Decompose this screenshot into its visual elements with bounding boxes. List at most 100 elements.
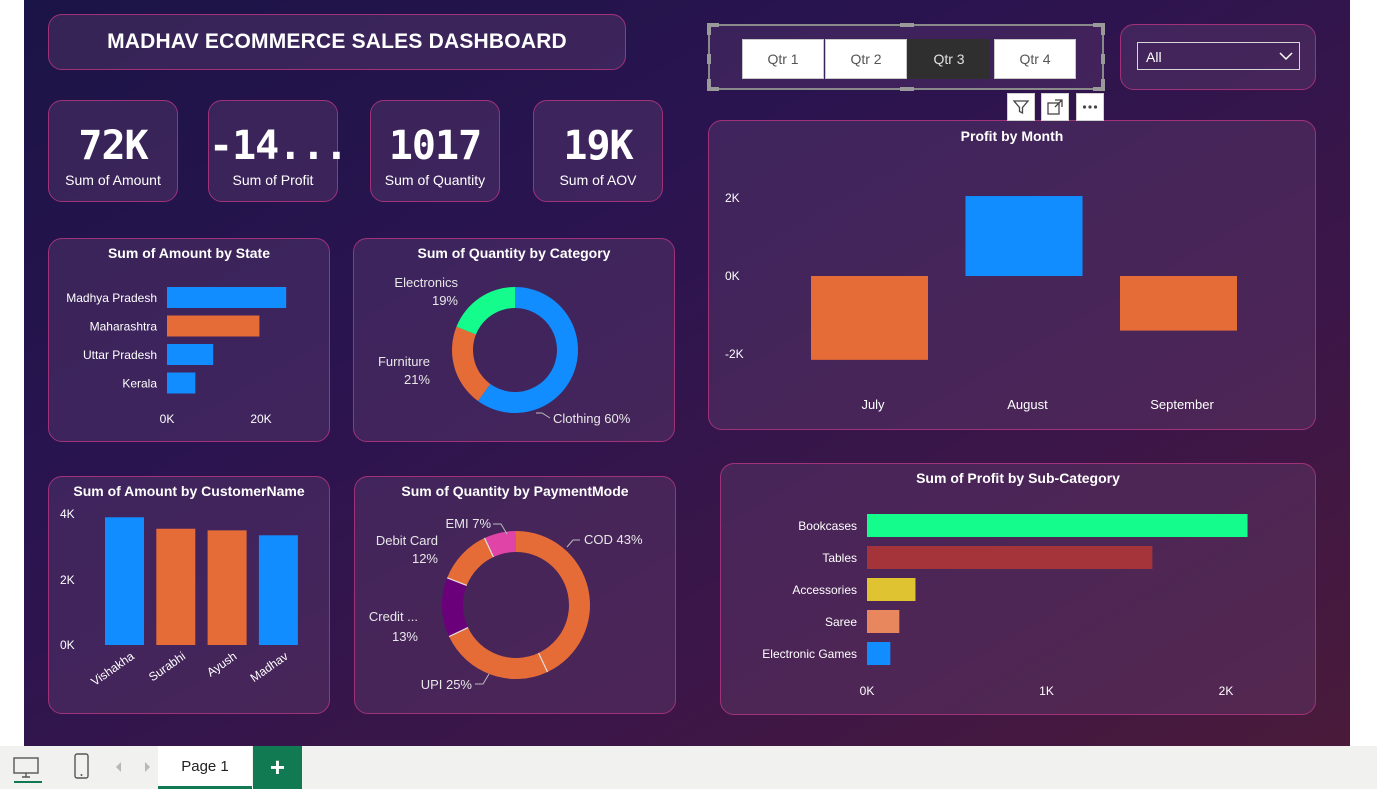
subcategory-bar bbox=[867, 514, 1248, 537]
data-label: Furniture bbox=[378, 354, 430, 369]
x-tick-label: 2K bbox=[1219, 684, 1234, 698]
quantity-by-paymentmode-chart: COD 43% UPI 25% Credit ... 13% Debit Card 12%… bbox=[369, 516, 643, 692]
x-tick-label: Ayush bbox=[204, 649, 239, 679]
leader-line bbox=[536, 412, 551, 419]
dashboard-title: MADHAV ECOMMERCE SALES DASHBOARD bbox=[107, 30, 567, 53]
more-options-icon[interactable] bbox=[1076, 93, 1104, 121]
y-tick-label: 4K bbox=[60, 507, 75, 521]
data-label: EMI 7% bbox=[445, 516, 491, 531]
chart-card-quantity-by-paymentmode[interactable]: Sum of Quantity by PaymentMode COD 43% UP… bbox=[354, 476, 676, 714]
resize-handle[interactable] bbox=[707, 54, 711, 64]
x-tick-label: Vishakha bbox=[88, 649, 137, 689]
resize-handle[interactable] bbox=[707, 23, 711, 35]
chart-card-profit-by-subcategory[interactable]: Sum of Profit by Sub-Category Bookcases T… bbox=[720, 463, 1316, 715]
customer-bar bbox=[207, 530, 247, 645]
slicer-button-qtr2[interactable]: Qtr 2 bbox=[825, 39, 907, 79]
subcategory-bar bbox=[867, 546, 1153, 569]
kpi-card-amount[interactable]: 72K Sum of Amount bbox=[48, 100, 178, 202]
chevron-down-icon bbox=[1279, 52, 1293, 61]
kpi-label: Sum of Profit bbox=[232, 172, 314, 188]
quarter-slicer[interactable]: Qtr 1 Qtr 2 Qtr 3 Qtr 4 bbox=[707, 23, 1105, 91]
leader-line bbox=[475, 673, 490, 685]
subcategory-bar bbox=[867, 642, 891, 665]
data-label: Clothing 60% bbox=[553, 411, 631, 426]
kpi-card-quantity[interactable]: 1017 Sum of Quantity bbox=[370, 100, 500, 202]
customer-bar bbox=[105, 517, 144, 645]
slicer-button-qtr1[interactable]: Qtr 1 bbox=[742, 39, 824, 79]
subcategory-bar bbox=[867, 610, 900, 633]
state-label: Madhya Pradesh bbox=[66, 291, 157, 305]
chart-card-profit-by-month[interactable]: Profit by Month 2K 0K -2K July August Septemb… bbox=[708, 120, 1316, 430]
y-tick-label: 2K bbox=[725, 191, 740, 205]
subcategory-label: Saree bbox=[825, 615, 857, 629]
chart-card-quantity-by-category[interactable]: Sum of Quantity by Category Clothing 60%… bbox=[353, 238, 675, 442]
x-tick-label: August bbox=[1007, 397, 1048, 412]
next-page-icon[interactable] bbox=[141, 760, 153, 774]
customer-bar bbox=[258, 535, 298, 645]
data-label: 12% bbox=[412, 551, 438, 566]
kpi-value: 72K bbox=[78, 123, 148, 169]
slicer-button-qtr4[interactable]: Qtr 4 bbox=[994, 39, 1076, 79]
kpi-card-aov[interactable]: 19K Sum of AOV bbox=[533, 100, 663, 202]
amount-by-customer-chart: 4K 2K 0K Vishakha Surabhi Ayush Madhav bbox=[60, 507, 298, 689]
subcategory-label: Tables bbox=[822, 551, 857, 565]
x-tick-label: September bbox=[1150, 397, 1214, 412]
state-bar bbox=[167, 287, 287, 308]
kpi-card-profit[interactable]: -14... Sum of Profit bbox=[208, 100, 349, 202]
x-tick-label: 0K bbox=[860, 684, 875, 698]
prev-page-icon[interactable] bbox=[113, 760, 125, 774]
state-bar bbox=[167, 315, 260, 337]
filter-icon[interactable] bbox=[1007, 93, 1035, 121]
kpi-value: 19K bbox=[563, 123, 633, 169]
resize-handle[interactable] bbox=[1101, 23, 1105, 35]
page-navigation-bar: Page 1 + bbox=[0, 746, 1377, 789]
y-tick-label: 0K bbox=[725, 269, 740, 283]
customer-bar bbox=[156, 528, 196, 645]
mobile-view-icon[interactable] bbox=[72, 752, 92, 782]
x-tick-label: July bbox=[861, 397, 885, 412]
filter-dropdown[interactable]: All bbox=[1137, 42, 1300, 70]
resize-handle[interactable] bbox=[900, 87, 914, 91]
page-tab-page1[interactable]: Page 1 bbox=[158, 746, 252, 789]
amount-by-state-chart: Madhya Pradesh Maharashtra Uttar Pradesh Ke… bbox=[66, 287, 287, 426]
state-label: Kerala bbox=[122, 377, 157, 391]
x-tick-label: Surabhi bbox=[146, 649, 188, 684]
slicer-button-qtr3[interactable]: Qtr 3 bbox=[908, 39, 990, 79]
x-tick-label: Madhav bbox=[248, 649, 291, 685]
subcategory-bar bbox=[867, 578, 916, 601]
resize-handle[interactable] bbox=[1101, 79, 1105, 91]
desktop-view-icon[interactable] bbox=[12, 754, 42, 784]
slice-debit bbox=[447, 538, 494, 586]
profit-by-month-chart: 2K 0K -2K July August September bbox=[725, 191, 1237, 412]
focus-mode-icon[interactable] bbox=[1041, 93, 1069, 121]
y-tick-label: 0K bbox=[60, 638, 75, 652]
kpi-value: -14... bbox=[209, 123, 349, 169]
leader-line bbox=[566, 539, 580, 548]
state-label: Uttar Pradesh bbox=[83, 348, 157, 362]
chart-card-amount-by-customer[interactable]: Sum of Amount by CustomerName 4K 2K 0K Vish… bbox=[48, 476, 330, 714]
slice-cod bbox=[516, 531, 590, 672]
subcategory-label: Electronic Games bbox=[762, 647, 857, 661]
report-canvas: MADHAV ECOMMERCE SALES DASHBOARD 72K Sum… bbox=[24, 0, 1350, 746]
data-label: 19% bbox=[432, 293, 458, 308]
resize-handle[interactable] bbox=[900, 23, 914, 27]
resize-handle[interactable] bbox=[1101, 54, 1105, 64]
dashboard-title-card: MADHAV ECOMMERCE SALES DASHBOARD bbox=[48, 14, 626, 70]
x-tick-label: 20K bbox=[250, 412, 271, 426]
month-bar bbox=[965, 196, 1083, 276]
chart-card-amount-by-state[interactable]: Sum of Amount by State Madhya Pradesh Mah… bbox=[48, 238, 330, 442]
slice-upi bbox=[449, 627, 548, 679]
kpi-label: Sum of Amount bbox=[65, 172, 161, 188]
slice-furniture bbox=[452, 326, 491, 401]
profit-by-subcategory-chart: Bookcases Tables Accessories Saree Electroni… bbox=[762, 514, 1248, 698]
state-bar bbox=[167, 344, 214, 365]
x-tick-label: 1K bbox=[1039, 684, 1054, 698]
add-page-icon[interactable]: + bbox=[253, 746, 302, 789]
data-label: Debit Card bbox=[376, 533, 438, 548]
y-tick-label: 2K bbox=[60, 573, 75, 587]
state-bar bbox=[167, 372, 196, 394]
data-label: COD 43% bbox=[584, 532, 643, 547]
slice-electronics bbox=[456, 287, 515, 335]
resize-handle[interactable] bbox=[707, 79, 711, 91]
x-tick-label: 0K bbox=[160, 412, 175, 426]
